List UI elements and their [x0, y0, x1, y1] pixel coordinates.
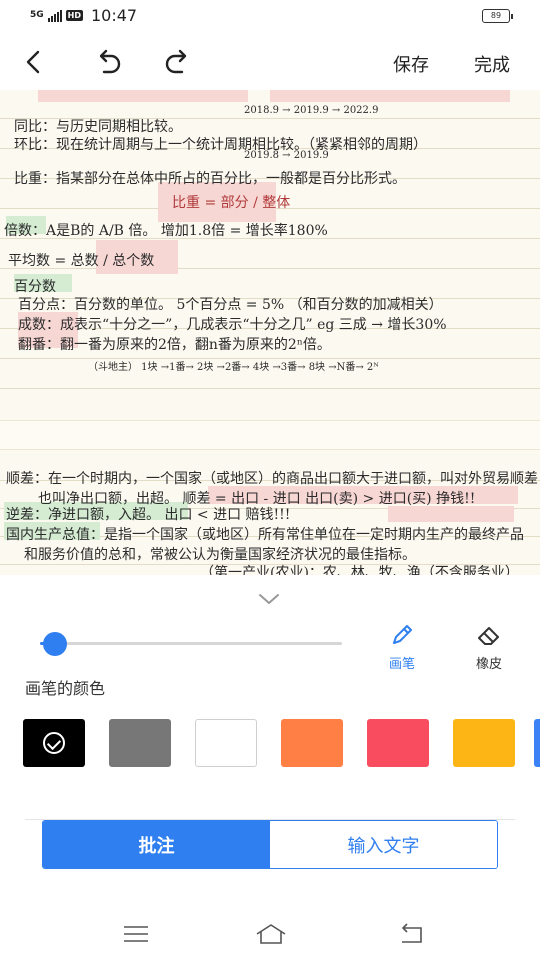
back-icon[interactable] — [16, 44, 52, 80]
slider-knob[interactable] — [43, 632, 68, 656]
color-swatch[interactable] — [281, 719, 343, 767]
highlight-mark — [388, 506, 514, 522]
note-line: 2018.9 → 2019.9 → 2022.9 — [244, 105, 379, 116]
hd-badge: HD — [65, 10, 83, 21]
checkmark-icon — [43, 732, 65, 754]
note-line: 2019.8 → 2019.9 — [244, 150, 329, 161]
undo-icon[interactable] — [90, 44, 126, 80]
pen-tool-label: 画笔 — [388, 657, 415, 672]
brush-size-slider[interactable] — [40, 642, 342, 645]
annotate-mode-button[interactable]: 批注 — [43, 821, 270, 868]
note-line: （第一产业(农业)：农、林、牧、渔（不含服务业） — [200, 565, 519, 575]
mode-toggle: 批注 输入文字 — [42, 820, 498, 869]
color-swatch[interactable] — [195, 719, 257, 767]
highlight-mark — [270, 90, 510, 102]
pen-tool[interactable]: 画笔 — [377, 621, 427, 672]
note-line: 成数：成表示“十分之一”，几成表示“十分之几” eg 三成 → 增长30% — [18, 317, 447, 333]
status-bar: 5G HD 10:47 89 — [0, 0, 540, 34]
note-line: 比重：指某部分在总体中所占的百分比，一般都是百分比形式。 — [14, 171, 406, 187]
note-line: 同比：与历史同期相比较。 — [14, 119, 182, 135]
eraser-tool-label: 橡皮 — [475, 657, 502, 672]
note-line: 倍数：A是B的 A/B 倍。 增加1.8倍 = 增长率180% — [4, 223, 328, 239]
system-nav-bar — [0, 905, 540, 960]
status-left: 5G HD 10:47 — [30, 6, 137, 25]
note-line: 百分数 — [14, 279, 56, 295]
color-swatches — [23, 719, 515, 767]
save-button[interactable]: 保存 — [393, 51, 429, 77]
color-swatch[interactable] — [534, 719, 540, 767]
note-line: 国内生产总值：是指一个国家（或地区）所有常住单位在一定时期内生产的最终产品 — [6, 527, 524, 543]
color-section-title: 画笔的颜色 — [25, 679, 106, 698]
drawing-panel: 画笔 橡皮 画笔的颜色 批注 输入文字 — [0, 575, 540, 960]
note-line: 环比：现在统计周期与上一个统计周期相比较。（紧紧相邻的周期） — [14, 137, 427, 153]
note-canvas[interactable]: 同比：与历史同期相比较。 2018.9 → 2019.9 → 2022.9 环比… — [0, 90, 540, 575]
clock: 10:47 — [91, 6, 138, 25]
color-swatch[interactable] — [367, 719, 429, 767]
note-line: 比重 = 部分 / 整体 — [172, 195, 291, 211]
note-line: 翻番：翻一番为原来的2倍，翻n番为原来的2ⁿ倍。 — [18, 337, 331, 353]
signal-icon — [47, 9, 62, 22]
note-line: 顺差：在一个时期内，一个国家（或地区）的商品出口额大于进口额，叫对外贸易顺差， — [6, 471, 540, 487]
note-line: 平均数 = 总数 / 总个数 — [8, 253, 155, 269]
color-swatch[interactable] — [109, 719, 171, 767]
note-line: 百分点：百分数的单位。 5个百分点 = 5% （和百分数的加减相关） — [18, 297, 443, 313]
rule-line — [0, 388, 540, 389]
page-break — [0, 420, 540, 450]
pen-icon — [393, 625, 412, 644]
color-swatch[interactable] — [23, 719, 85, 767]
chevron-down-icon[interactable] — [256, 590, 282, 608]
eraser-icon — [478, 627, 499, 645]
note-line: 逆差：净进口额，入超。 出口 < 进口 赔钱!!! — [6, 507, 291, 523]
toolbar: 保存 完成 — [0, 34, 540, 90]
battery-icon: 89 — [482, 9, 513, 23]
network-type: 5G — [30, 10, 44, 20]
color-swatch[interactable] — [453, 719, 515, 767]
text-input-mode-button[interactable]: 输入文字 — [270, 821, 497, 868]
back-nav-icon[interactable] — [396, 922, 426, 946]
done-button[interactable]: 完成 — [474, 51, 510, 77]
eraser-tool[interactable]: 橡皮 — [464, 621, 514, 672]
redo-icon[interactable] — [160, 44, 196, 80]
note-line: 和服务价值的总和，常被公认为衡量国家经济状况的最佳指标。 — [24, 547, 416, 563]
note-line: （斗地主） 1块 →1番→ 2块 →2番→ 4块 →3番→ 8块 →N番→ 2ᴺ — [88, 362, 379, 373]
menu-icon[interactable] — [121, 922, 151, 946]
highlight-mark — [38, 90, 248, 102]
home-icon[interactable] — [254, 922, 288, 946]
